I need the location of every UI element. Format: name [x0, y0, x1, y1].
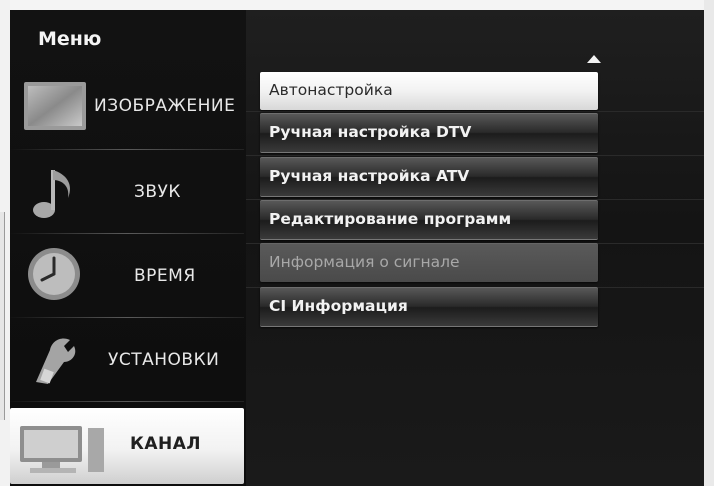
option-label: Ручная настройка DTV: [269, 123, 472, 141]
option-signal-info: Информация о сигнале: [260, 243, 598, 282]
wrench-icon: [36, 338, 76, 384]
option-label: Ручная настройка ATV: [269, 167, 470, 185]
monitor-icon: [24, 82, 86, 130]
sidebar-item-label: ИЗОБРАЖЕНИЕ: [94, 96, 236, 116]
clock-icon: [28, 248, 80, 300]
option-label: Информация о сигнале: [269, 253, 460, 271]
sidebar-item-time[interactable]: ВРЕМЯ: [10, 236, 244, 318]
sidebar-item-label: УСТАНОВКИ: [108, 350, 220, 370]
sidebar-item-sound[interactable]: ЗВУК: [10, 152, 244, 234]
option-label: CI Информация: [269, 297, 408, 315]
option-program-edit[interactable]: Редактирование программ: [260, 200, 598, 240]
sidebar-item-picture[interactable]: ИЗОБРАЖЕНИЕ: [10, 68, 244, 150]
frame-left: [0, 0, 10, 486]
frame-top: [0, 0, 714, 10]
scroll-up-icon[interactable]: [587, 55, 601, 63]
sidebar-item-label: КАНАЛ: [130, 434, 202, 454]
sidebar-item-label: ВРЕМЯ: [134, 266, 196, 286]
music-note-icon: [33, 170, 71, 218]
option-ci-info[interactable]: CI Информация: [260, 287, 598, 327]
option-label: Автонастройка: [269, 81, 393, 99]
option-manual-dtv[interactable]: Ручная настройка DTV: [260, 113, 598, 153]
sidebar-item-settings[interactable]: УСТАНОВКИ: [10, 320, 244, 402]
frame-right: [704, 0, 714, 486]
computer-icon: [20, 426, 104, 473]
sidebar-item-label: ЗВУК: [134, 182, 181, 202]
sidebar-item-channel[interactable]: КАНАЛ: [10, 408, 244, 484]
option-label: Редактирование программ: [269, 210, 512, 228]
option-auto-tuning[interactable]: Автонастройка: [260, 72, 598, 110]
menu-title: Меню: [38, 28, 102, 50]
option-manual-atv[interactable]: Ручная настройка ATV: [260, 157, 598, 197]
